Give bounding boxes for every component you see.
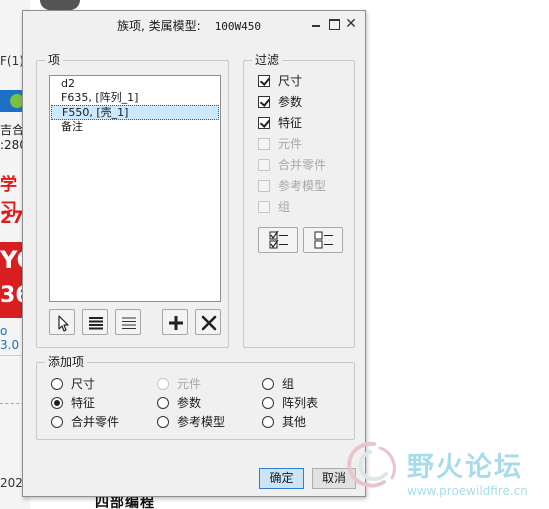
checkbox — [258, 180, 270, 192]
add-items-group: 添加项 尺寸 元件 组 特征 参数 阵列表 合并零件 参考模型 其他 — [36, 355, 355, 440]
checkbox-label: 特征 — [278, 116, 303, 130]
radio-label: 尺寸 — [71, 377, 96, 391]
checkbox-label: 元件 — [278, 137, 303, 151]
radio-button[interactable] — [51, 378, 63, 390]
radio-button[interactable] — [157, 416, 169, 428]
pointer-icon — [58, 315, 69, 332]
items-group-label: 项 — [45, 53, 64, 67]
watermark-logo-icon — [347, 441, 396, 488]
items-group: 项 d2 F635, [阵列_1] F550, [壳_1] 备注 — [36, 53, 229, 348]
radio-label: 合并零件 — [71, 415, 120, 429]
title-bar[interactable]: 族项, 类属模型: 100W450 ✕ — [23, 11, 365, 39]
checkbox — [258, 138, 270, 150]
filter-group-label: 过滤 — [252, 53, 283, 67]
list-item-selected[interactable]: F550, [壳_1] — [51, 105, 219, 120]
uncheck-all-button[interactable] — [303, 227, 343, 253]
checkbox — [258, 201, 270, 213]
radio-button — [157, 378, 169, 390]
dialog-title-text: 族项, 类属模型: — [117, 19, 201, 33]
radio-button[interactable] — [262, 378, 274, 390]
deselect-all-button[interactable] — [115, 309, 141, 335]
background-text: 吉合 — [0, 123, 25, 137]
close-icon[interactable]: ✕ — [344, 17, 358, 31]
list-lines-icon — [122, 317, 136, 329]
items-list[interactable]: d2 F635, [阵列_1] F550, [壳_1] 备注 — [49, 75, 221, 302]
checkbox[interactable] — [258, 117, 270, 129]
add-items-group-label: 添加项 — [45, 355, 88, 369]
remove-item-button[interactable] — [195, 309, 221, 335]
select-button[interactable] — [49, 309, 75, 335]
list-item[interactable]: F635, [阵列_1] — [51, 91, 219, 106]
list-item[interactable]: d2 — [51, 77, 219, 92]
list-item[interactable]: 备注 — [51, 120, 219, 135]
radio-label: 特征 — [71, 396, 96, 410]
radio-label: 参数 — [177, 396, 202, 410]
plus-icon — [169, 316, 183, 330]
checkbox-label: 尺寸 — [278, 74, 303, 88]
model-name: 100W450 — [214, 20, 262, 33]
radio-button[interactable] — [51, 416, 63, 428]
checkbox-label: 参数 — [278, 95, 303, 109]
radio-button[interactable] — [262, 416, 274, 428]
checkbox — [258, 159, 270, 171]
delete-x-icon — [201, 315, 217, 331]
checkbox[interactable] — [258, 75, 270, 87]
background-avatar — [40, 0, 80, 10]
filter-group: 过滤 尺寸 参数 特征 元件 合并零件 参考模型 组 — [243, 53, 355, 348]
select-all-button[interactable] — [82, 309, 108, 335]
checklist-checked-icon — [269, 231, 288, 249]
background-tab: F(1) — [0, 54, 24, 68]
minimize-icon[interactable] — [309, 17, 323, 31]
check-all-button[interactable] — [258, 227, 298, 253]
ok-button[interactable]: 确定 — [259, 468, 304, 489]
add-item-button[interactable] — [162, 309, 188, 335]
radio-label: 组 — [282, 377, 295, 391]
radio-label: 其他 — [282, 415, 307, 429]
checkbox-label: 参考模型 — [278, 179, 327, 193]
family-items-dialog: 族项, 类属模型: 100W450 ✕ 项 d2 F635, [阵列_1] F55… — [22, 10, 366, 497]
radio-label: 阵列表 — [282, 396, 319, 410]
radio-button[interactable] — [157, 397, 169, 409]
checklist-empty-icon — [314, 231, 333, 249]
radio-button[interactable] — [262, 397, 274, 409]
list-solid-icon — [89, 317, 103, 330]
radio-label: 参考模型 — [177, 415, 226, 429]
watermark-url: www.proewildfire.cn — [407, 484, 528, 498]
watermark-title: 野火论坛 — [407, 452, 523, 483]
radio-label: 元件 — [177, 377, 202, 391]
background-text: 27 — [0, 208, 24, 228]
checkbox-label: 合并零件 — [278, 158, 327, 172]
maximize-icon[interactable] — [327, 17, 341, 31]
checkbox[interactable] — [258, 96, 270, 108]
checkbox-label: 组 — [278, 200, 291, 214]
dialog-title: 族项, 类属模型: 100W450 — [117, 17, 261, 34]
radio-button[interactable] — [51, 397, 63, 409]
